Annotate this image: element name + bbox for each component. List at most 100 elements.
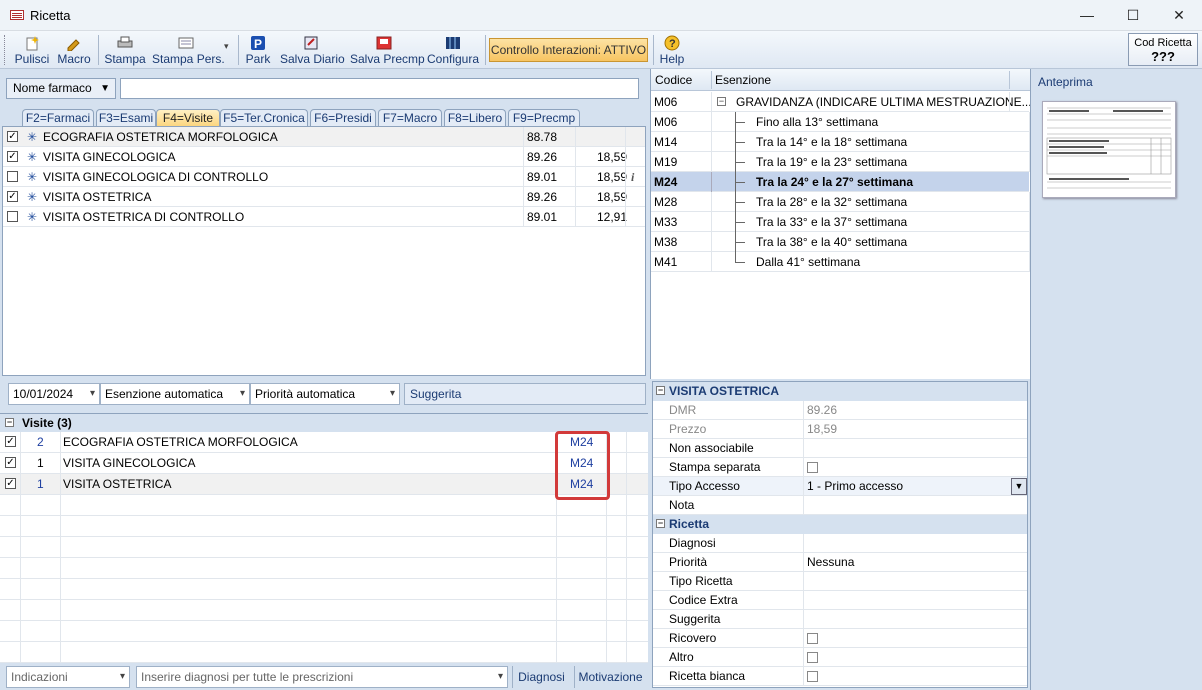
section-header-ricetta[interactable]: − Ricetta — [653, 515, 1027, 534]
section-header-visit[interactable]: − VISITA OSTETRICA — [653, 382, 1027, 401]
property-row[interactable]: Priorità Nessuna — [653, 553, 1027, 572]
tab-libero[interactable]: F8=Libero — [444, 109, 506, 126]
property-row[interactable]: Non associabile — [653, 439, 1027, 458]
list-item[interactable]: M14 Tra la 14° e la 18° settimana — [651, 132, 1030, 152]
filter-bar: 10/01/2024 Esenzione automatica Priorità… — [2, 382, 646, 406]
visits-group-header[interactable]: − Visite (3) — [0, 414, 648, 432]
row-checkbox[interactable]: ✓ — [5, 457, 16, 468]
qty[interactable]: 1 — [37, 456, 44, 470]
search-mode-dropdown[interactable]: Nome farmaco ▼ — [6, 78, 116, 99]
list-item[interactable]: M38 Tra la 38° e la 40° settimana — [651, 232, 1030, 252]
prescription-preview-image[interactable] — [1042, 101, 1176, 198]
visit-name: ECOGRAFIA OSTETRICA MORFOLOGICA — [63, 435, 298, 449]
table-row[interactable]: ✓ ✳ VISITA GINECOLOGICA 89.26 18,59 — [3, 147, 645, 167]
table-row[interactable]: ✓ 1 VISITA GINECOLOGICA M24 — [0, 453, 648, 474]
list-item[interactable]: M28 Tra la 28° e la 32° settimana — [651, 192, 1030, 212]
maximize-button[interactable]: ☐ — [1110, 0, 1156, 31]
tab-macro[interactable]: F7=Macro — [378, 109, 442, 126]
pulisci-button[interactable]: Pulisci — [14, 33, 50, 67]
date-picker[interactable]: 10/01/2024 — [8, 383, 100, 405]
property-row[interactable]: Ricetta bianca — [653, 667, 1027, 686]
property-row: Prezzo 18,59 — [653, 420, 1027, 439]
table-row[interactable]: ✓ ✳ ECOGRAFIA OSTETRICA MORFOLOGICA 88.7… — [3, 127, 645, 147]
table-row[interactable]: ✓ 2 ECOGRAFIA OSTETRICA MORFOLOGICA M24 — [0, 432, 648, 453]
row-checkbox[interactable]: ✓ — [5, 478, 16, 489]
row-checkbox[interactable]: ✓ — [5, 436, 16, 447]
property-row[interactable]: Tipo Ricetta — [653, 572, 1027, 591]
close-button[interactable]: ✕ — [1156, 0, 1202, 31]
motivazione-button[interactable]: Motivazione — [574, 666, 646, 688]
catalog-grid: ✓ ✳ ECOGRAFIA OSTETRICA MORFOLOGICA 88.7… — [2, 126, 646, 376]
list-item[interactable]: M19 Tra la 19° e la 23° settimana — [651, 152, 1030, 172]
property-row[interactable]: Codice Extra — [653, 591, 1027, 610]
altro-checkbox[interactable] — [807, 652, 818, 663]
collapse-icon[interactable]: − — [656, 386, 665, 395]
salva-diario-button[interactable]: Salva Diario — [280, 33, 345, 67]
collapse-icon[interactable]: − — [656, 519, 665, 528]
window-title: Ricetta — [30, 8, 71, 23]
property-row[interactable]: Ricovero — [653, 629, 1027, 648]
qty[interactable]: 1 — [37, 477, 44, 491]
row-checkbox[interactable]: ✓ — [7, 131, 18, 142]
diagnosi-button[interactable]: Diagnosi — [512, 666, 570, 688]
controllo-interazioni-button[interactable]: Controllo Interazioni: ATTIVO — [489, 38, 648, 62]
cod-ricetta-button[interactable]: Cod Ricetta ??? — [1128, 33, 1198, 66]
help-button[interactable]: ? Help — [658, 33, 686, 67]
table-row[interactable]: ✳ VISITA OSTETRICA DI CONTROLLO 89.01 12… — [3, 207, 645, 227]
suggerita-button[interactable]: Suggerita — [404, 383, 646, 405]
property-row[interactable]: Stampa separata — [653, 458, 1027, 477]
table-row[interactable]: ✓ 1 VISITA OSTETRICA M24 — [0, 474, 648, 495]
list-item-selected[interactable]: M24 Tra la 24° e la 27° settimana — [651, 172, 1029, 192]
esenzione-dropdown[interactable]: Esenzione automatica — [100, 383, 250, 405]
tab-ter-cronica[interactable]: F5=Ter.Cronica — [220, 109, 308, 126]
property-row[interactable]: Suggerita — [653, 610, 1027, 629]
list-item[interactable]: M41 Dalla 41° settimana — [651, 252, 1030, 272]
new-sheet-icon — [24, 35, 40, 51]
property-row[interactable]: Tipo Accesso 1 - Primo accesso ▼ — [653, 477, 1027, 496]
list-item[interactable]: M06 Fino alla 13° settimana — [651, 112, 1030, 132]
property-row: DMR 89.26 — [653, 401, 1027, 420]
bottom-bar: Indicazioni Inserire diagnosi per tutte … — [0, 664, 648, 690]
chevron-down-icon[interactable]: ▼ — [1011, 478, 1027, 495]
ricovero-checkbox[interactable] — [807, 633, 818, 644]
toolbar-separator — [98, 35, 99, 65]
park-button[interactable]: P Park — [244, 33, 272, 67]
property-row[interactable]: Diagnosi — [653, 534, 1027, 553]
stampa-separata-checkbox[interactable] — [807, 462, 818, 473]
table-row[interactable]: ✳ VISITA GINECOLOGICA DI CONTROLLO 89.01… — [3, 167, 645, 187]
list-item[interactable]: M06 − GRAVIDANZA (INDICARE ULTIMA MESTRU… — [651, 92, 1032, 112]
collapse-icon[interactable]: − — [5, 418, 14, 427]
table-row[interactable]: ✓ ✳ VISITA OSTETRICA 89.26 18,59 — [3, 187, 645, 207]
tab-visite[interactable]: F4=Visite — [156, 109, 220, 126]
salva-precmp-button[interactable]: Salva Precmp — [350, 33, 425, 67]
qty[interactable]: 2 — [37, 435, 44, 449]
stampa-button[interactable]: Stampa — [104, 33, 146, 67]
info-icon[interactable]: i — [631, 170, 634, 185]
macro-button[interactable]: Macro — [56, 33, 92, 67]
ricetta-bianca-checkbox[interactable] — [807, 671, 818, 682]
search-input[interactable] — [120, 78, 639, 99]
priorita-dropdown[interactable]: Priorità automatica — [250, 383, 400, 405]
row-checkbox[interactable]: ✓ — [7, 191, 18, 202]
asterisk-icon: ✳ — [27, 150, 38, 164]
minimize-button[interactable]: — — [1064, 0, 1110, 31]
property-row[interactable]: Altro — [653, 648, 1027, 667]
column-header-codice[interactable]: Codice — [655, 73, 692, 87]
row-checkbox[interactable]: ✓ — [7, 151, 18, 162]
diagnosi-input[interactable]: Inserire diagnosi per tutte le prescrizi… — [136, 666, 508, 688]
column-header-esenzione[interactable]: Esenzione — [715, 73, 771, 87]
empty-row — [0, 516, 648, 537]
row-checkbox[interactable] — [7, 171, 18, 182]
list-item[interactable]: M33 Tra la 33° e la 37° settimana — [651, 212, 1030, 232]
indicazioni-dropdown[interactable]: Indicazioni — [6, 666, 130, 688]
tab-precmp[interactable]: F9=Precmp — [508, 109, 580, 126]
chevron-down-icon[interactable]: ▾ — [224, 41, 229, 52]
tab-esami[interactable]: F3=Esami — [96, 109, 156, 126]
row-checkbox[interactable] — [7, 211, 18, 222]
tab-farmaci[interactable]: F2=Farmaci — [22, 109, 94, 126]
property-row[interactable]: Nota — [653, 496, 1027, 515]
configura-button[interactable]: Configura — [426, 33, 480, 67]
collapse-icon[interactable]: − — [717, 97, 726, 106]
tab-presidi[interactable]: F6=Presidi — [310, 109, 376, 126]
stampa-pers-button[interactable]: Stampa Pers. — [152, 33, 225, 67]
